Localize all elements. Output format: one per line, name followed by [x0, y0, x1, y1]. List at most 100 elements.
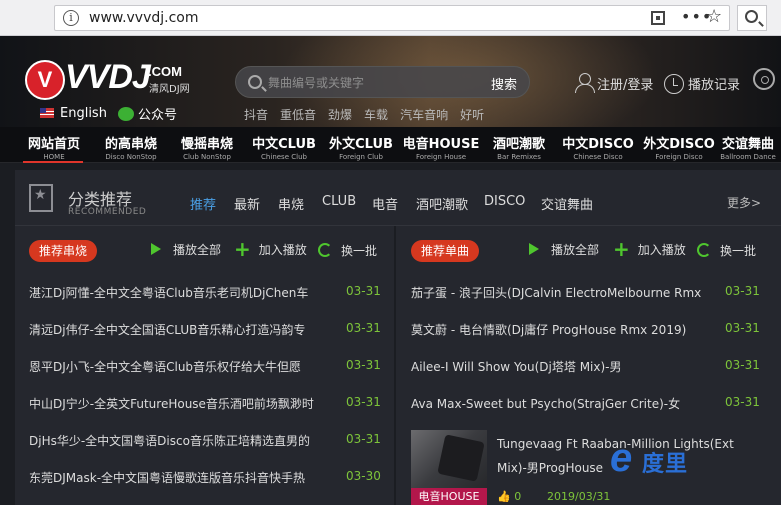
nav-item-foreign-house[interactable]: 电音HOUSE Foreign House	[400, 133, 482, 161]
site-search-input[interactable]	[268, 73, 468, 93]
nav-item-chinese-disco[interactable]: 中文DISCO Chinese Disco	[557, 133, 639, 161]
track-title[interactable]: 东莞DJMask-全中文国粤语慢歌连版音乐抖音快手热	[29, 469, 319, 486]
tab-bar-remixes[interactable]: 酒吧潮歌	[416, 194, 468, 213]
hot-keyword[interactable]: 劲爆	[328, 108, 352, 122]
track-title[interactable]: 茄子蛋 - 浪子回头(DJCalvin ElectroMelbourne Rmx	[411, 284, 711, 301]
nav-sublabel: Foreign Club	[339, 153, 383, 161]
list-item[interactable]: Ailee-I Will Show You(Dj塔塔 Mix)-男 03-31	[397, 348, 781, 385]
watermark-text: 度里	[642, 452, 689, 477]
add-play-label: 加入播放	[258, 243, 307, 257]
like-count: 👍 0	[497, 490, 521, 503]
address-bar[interactable]: i www.vvvdj.com ••• ☆	[54, 5, 730, 31]
tab-electronic[interactable]: 电音	[372, 194, 398, 213]
track-date: 03-31	[346, 432, 381, 446]
login-link[interactable]: 注册/登录	[575, 69, 653, 93]
tab-ballroom[interactable]: 交谊舞曲	[541, 194, 593, 213]
panel-divider	[394, 226, 396, 505]
nav-item-club-nonstop[interactable]: 慢摇串烧 Club NonStop	[166, 133, 248, 161]
list-item[interactable]: Ava Max-Sweet but Psycho(StrajGer Crite)…	[397, 385, 781, 422]
tab-disco[interactable]: DISCO	[484, 194, 525, 209]
info-icon[interactable]: i	[63, 10, 79, 26]
nav-item-foreign-club[interactable]: 外文CLUB Foreign Club	[320, 133, 402, 161]
play-all-button[interactable]: 播放全部	[151, 241, 221, 258]
qr-code-icon[interactable]	[651, 11, 665, 25]
hot-keyword[interactable]: 重低音	[280, 108, 316, 122]
nav-item-chinese-club[interactable]: 中文CLUB Chinese Club	[243, 133, 325, 161]
track-title[interactable]: Ailee-I Will Show You(Dj塔塔 Mix)-男	[411, 358, 711, 375]
refresh-icon	[318, 243, 332, 257]
wechat-label: 公众号	[138, 108, 178, 123]
section-subtitle: RECOMMENDED	[68, 207, 147, 217]
nav-label: 电音HOUSE	[402, 137, 480, 152]
refresh-button[interactable]: 换一批	[697, 241, 756, 259]
nav-item-ballroom-dance[interactable]: 交谊舞曲 Ballroom Dance	[716, 133, 780, 161]
wechat-link[interactable]: 公众号	[118, 104, 177, 123]
play-all-button[interactable]: 播放全部	[529, 241, 599, 258]
tab-latest[interactable]: 最新	[234, 194, 260, 213]
play-icon	[151, 243, 161, 255]
nav-item-disco-nonstop[interactable]: 的高串烧 Disco NonStop	[90, 133, 172, 161]
track-title[interactable]: 中山DJ宁少-全英文FutureHouse音乐酒吧前场飘渺时	[29, 395, 319, 412]
list-item[interactable]: 清远Dj伟仔-全中文全国语CLUB音乐精心打造冯韵专 03-31	[15, 311, 393, 348]
track-title[interactable]: 莫文蔚 - 电台情歌(Dj庸仔 ProgHouse Rmx 2019)	[411, 321, 711, 338]
browser-search-button[interactable]	[737, 5, 767, 31]
site-logo[interactable]: V VVDJ .COM 清风DJ网	[25, 58, 195, 104]
add-play-label: 加入播放	[637, 243, 686, 257]
list-item[interactable]: 恩平DJ小飞-全中文全粤语Club音乐权仔给大牛但愿 03-31	[15, 348, 393, 385]
list-item[interactable]: 湛江Dj阿懂-全中文全粤语Club音乐老司机DjChen车 03-31	[15, 274, 393, 311]
nav-item-home[interactable]: 网站首页 HOME	[13, 133, 95, 163]
tab-nonstop[interactable]: 串烧	[278, 194, 304, 213]
hot-keyword[interactable]: 车载	[364, 108, 388, 122]
play-all-label: 播放全部	[551, 243, 600, 257]
like-count-value: 0	[514, 490, 522, 503]
tab-club[interactable]: CLUB	[322, 194, 356, 209]
hot-keyword[interactable]: 抖音	[244, 108, 268, 122]
track-title[interactable]: 湛江Dj阿懂-全中文全粤语Club音乐老司机DjChen车	[29, 284, 319, 301]
hot-keyword[interactable]: 好听	[460, 108, 484, 122]
track-date: 03-31	[725, 321, 760, 335]
language-switch[interactable]: English	[40, 106, 107, 122]
more-link[interactable]: 更多>	[727, 194, 761, 211]
hot-keyword[interactable]: 汽车音响	[400, 108, 448, 122]
list-item[interactable]: 茄子蛋 - 浪子回头(DJCalvin ElectroMelbourne Rmx…	[397, 274, 781, 311]
hot-keywords: 抖音 重低音 劲爆 车载 汽车音响 好听	[244, 106, 496, 123]
tab-recommended[interactable]: 推荐	[190, 194, 216, 213]
wechat-icon	[118, 107, 134, 121]
nav-label: 酒吧潮歌	[492, 137, 545, 152]
site-search-button[interactable]: 搜索	[491, 74, 517, 93]
bookmark-star-icon[interactable]: ☆	[706, 6, 722, 27]
list-item[interactable]: DjHs华少-全中文国粤语Disco音乐陈正培精选直男的 03-31	[15, 422, 393, 459]
site-header: V VVDJ .COM 清风DJ网 English 公众号 搜索 抖音重低音劲爆…	[0, 36, 781, 127]
list-item[interactable]: 东莞DJMask-全中文国粤语慢歌连版音乐抖音快手热 03-30	[15, 459, 393, 496]
panel-header: 推荐单曲 播放全部 + 加入播放 换一批	[397, 226, 781, 271]
add-to-playlist-button[interactable]: + 加入播放	[234, 239, 307, 259]
nav-label: 中文CLUB	[252, 137, 316, 152]
nav-item-bar-remixes[interactable]: 酒吧潮歌 Bar Remixes	[478, 133, 560, 161]
user-icon	[575, 73, 595, 93]
disc-icon[interactable]	[753, 68, 775, 90]
list-item[interactable]: 中山DJ宁少-全英文FutureHouse音乐酒吧前场飘渺时 03-31	[15, 385, 393, 422]
recommended-mixes-panel: 推荐串烧 播放全部 + 加入播放 换一批 湛江Dj阿懂-全中文全粤语Club音乐老…	[15, 226, 393, 505]
recommended-singles-panel: 推荐单曲 播放全部 + 加入播放 换一批 茄子蛋 - 浪子回头(DJCalvin …	[397, 226, 781, 505]
logo-emblem-icon: V	[25, 60, 65, 100]
track-title[interactable]: 清远Dj伟仔-全中文全国语CLUB音乐精心打造冯韵专	[29, 321, 319, 338]
login-label: 注册/登录	[597, 78, 654, 93]
refresh-button[interactable]: 换一批	[318, 241, 377, 259]
logo-wordmark: VVDJ	[65, 58, 151, 96]
nav-label: 交谊舞曲	[721, 137, 774, 152]
us-flag-icon	[40, 108, 54, 118]
main-nav: 网站首页 HOME 的高串烧 Disco NonStop 慢摇串烧 Club NonS…	[0, 127, 781, 163]
track-title[interactable]: Ava Max-Sweet but Psycho(StrajGer Crite)…	[411, 395, 711, 412]
track-date: 03-31	[725, 395, 760, 409]
track-title[interactable]: DjHs华少-全中文国粤语Disco音乐陈正培精选直男的	[29, 432, 319, 449]
add-to-playlist-button[interactable]: + 加入播放	[613, 239, 686, 259]
list-item[interactable]: 莫文蔚 - 电台情歌(Dj庸仔 ProgHouse Rmx 2019) 03-31	[397, 311, 781, 348]
track-date: 03-31	[346, 321, 381, 335]
nav-item-foreign-disco[interactable]: 外文DISCO Foreign Disco	[638, 133, 720, 161]
nav-label: 网站首页	[27, 137, 80, 152]
url-text[interactable]: www.vvvdj.com	[89, 10, 199, 26]
logo-subtitle: 清风DJ网	[149, 84, 190, 95]
search-icon	[248, 75, 262, 89]
history-link[interactable]: 播放记录	[664, 69, 740, 94]
track-title[interactable]: 恩平DJ小飞-全中文全粤语Club音乐权仔给大牛但愿	[29, 358, 319, 375]
